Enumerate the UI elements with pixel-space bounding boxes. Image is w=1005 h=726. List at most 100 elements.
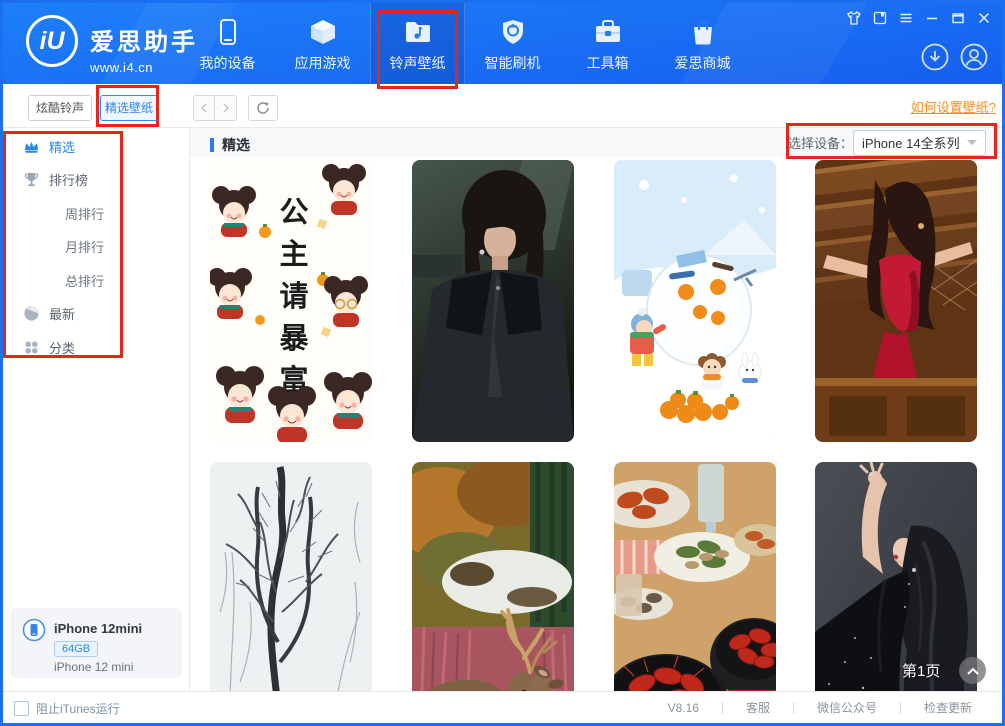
latest-icon (23, 305, 40, 322)
sidebar: 精选 排行榜 周排行 月排行 总排行 最新 分类 iPhone 12mini 6… (0, 128, 190, 691)
device-capacity-badge: 64GB (54, 641, 98, 657)
main-nav: 我的设备 应用游戏 铃声壁纸 智能刷机 工具箱 爱思商城 (180, 0, 750, 84)
nav-item-flash[interactable]: 智能刷机 (465, 0, 560, 84)
nav-item-ringtones-wallpapers[interactable]: 铃声壁纸 (370, 0, 465, 84)
window-controls (845, 9, 992, 26)
wallpaper-thumbnail-winter-trees[interactable] (210, 462, 372, 691)
tab-featured-wallpapers[interactable]: 精选壁纸 (100, 95, 158, 121)
download-icon[interactable] (921, 43, 949, 71)
i4-logo: iU (26, 15, 78, 67)
sidebar-label: 月排行 (65, 237, 104, 256)
check-update-link[interactable]: 检查更新 (901, 699, 995, 716)
nav-label: 铃声壁纸 (390, 53, 446, 73)
nav-label: 工具箱 (587, 53, 629, 73)
svg-text:请: 请 (279, 279, 308, 313)
device-phone-icon (22, 618, 46, 642)
wallpaper-thumbnail-snowman-cartoon[interactable] (614, 160, 776, 442)
forward-icon[interactable] (215, 95, 237, 121)
device-select-dropdown[interactable]: iPhone 14全系列 (853, 130, 986, 156)
sidebar-item-total-ranking[interactable]: 总排行 (0, 266, 188, 294)
close-icon[interactable] (975, 9, 992, 26)
svg-text:公: 公 (279, 195, 308, 229)
minimize-icon[interactable] (923, 9, 940, 26)
wallpaper-art (210, 462, 372, 691)
sidebar-item-weekly-ranking[interactable]: 周排行 (0, 199, 188, 227)
sidebar-label: 总排行 (65, 271, 104, 290)
nav-item-apps-games[interactable]: 应用游戏 (275, 0, 370, 84)
phone-icon (213, 17, 243, 47)
back-icon[interactable] (193, 95, 215, 121)
toolbox-icon (593, 17, 623, 47)
status-bar-right: V8.16 客服 微信公众号 检查更新 (645, 692, 995, 723)
sidebar-item-monthly-ranking[interactable]: 月排行 (0, 232, 188, 260)
svg-text:暴: 暴 (279, 321, 309, 355)
customer-service-link[interactable]: 客服 (723, 699, 793, 716)
section-title-text: 精选 (222, 135, 250, 155)
changelog-icon[interactable] (871, 9, 888, 26)
crown-icon (23, 138, 40, 155)
page-indicator: 第1页 (902, 660, 940, 681)
device-name: iPhone 12mini (54, 621, 142, 636)
nav-label: 应用游戏 (295, 53, 351, 73)
wallpaper-thumbnail-red-dress[interactable] (815, 160, 977, 442)
section-title: 精选 (210, 135, 250, 155)
chevron-down-icon (967, 140, 977, 145)
svg-text:主: 主 (279, 237, 308, 271)
block-itunes-checkbox[interactable]: 阻止iTunes运行 (14, 700, 120, 717)
cube-icon (308, 17, 338, 47)
wallpaper-thumbnail-deer[interactable] (412, 462, 574, 691)
category-grid-icon (23, 339, 40, 356)
nav-label: 我的设备 (200, 53, 256, 73)
checkbox-icon (14, 701, 29, 716)
wallpaper-art (614, 160, 776, 442)
nav-label: 爱思商城 (675, 53, 731, 73)
device-select-value: iPhone 14全系列 (862, 133, 967, 152)
folder-music-icon (403, 17, 433, 47)
wallpaper-content: 精选 选择设备： iPhone 14全系列 公 主 请 暴 富 (190, 128, 1005, 691)
shield-refresh-icon (498, 17, 528, 47)
wallpaper-thumbnail-black-dress[interactable] (815, 462, 977, 691)
device-filter: 选择设备： iPhone 14全系列 (788, 129, 986, 156)
wallpaper-art (614, 462, 776, 691)
theme-shirt-icon[interactable] (845, 9, 862, 26)
device-model: iPhone 12 mini (54, 660, 133, 674)
sidebar-label: 排行榜 (49, 170, 88, 189)
sidebar-item-rankings[interactable]: 排行榜 (0, 165, 188, 193)
maximize-icon[interactable] (949, 9, 966, 26)
nav-item-my-devices[interactable]: 我的设备 (180, 0, 275, 84)
sidebar-item-latest[interactable]: 最新 (0, 299, 188, 327)
connected-device-card[interactable]: iPhone 12mini 64GB iPhone 12 mini (10, 608, 182, 678)
wallpaper-art (815, 160, 977, 442)
wallpaper-thumbnail-crayfish-feast[interactable] (614, 462, 776, 691)
scroll-top-icon[interactable] (959, 657, 986, 684)
wallpaper-art (412, 160, 574, 442)
i4-assistant-window: iU 爱思助手 www.i4.cn 我的设备 应用游戏 铃声壁纸 智能刷机 (0, 0, 1005, 726)
wallpaper-art (412, 462, 574, 691)
nav-item-toolbox[interactable]: 工具箱 (560, 0, 655, 84)
nav-label: 智能刷机 (485, 53, 541, 73)
sidebar-label: 分类 (49, 338, 75, 357)
header-quick-actions (921, 43, 988, 71)
avatar-icon[interactable] (960, 43, 988, 71)
trophy-icon (23, 171, 40, 188)
tab-cool-ringtones[interactable]: 炫酷铃声 (28, 95, 92, 121)
wallpaper-thumbnail-dark-portrait[interactable] (412, 160, 574, 442)
wallpaper-thumbnail-princess-cartoon[interactable]: 公 主 请 暴 富 (210, 160, 372, 442)
toolbar: 炫酷铃声 精选壁纸 如何设置壁纸? (0, 84, 1005, 128)
title-bar: iU 爱思助手 www.i4.cn 我的设备 应用游戏 铃声壁纸 智能刷机 (0, 0, 1005, 84)
history-buttons (193, 95, 237, 121)
refresh-icon[interactable] (248, 95, 278, 121)
sidebar-label: 最新 (49, 304, 75, 323)
sidebar-item-categories[interactable]: 分类 (0, 333, 188, 361)
section-header: 精选 选择设备： iPhone 14全系列 (190, 128, 1005, 157)
nav-item-store[interactable]: 爱思商城 (655, 0, 750, 84)
wallpaper-art: 公 主 请 暴 富 (210, 160, 372, 442)
sidebar-item-featured[interactable]: 精选 (0, 132, 188, 160)
wechat-official-link[interactable]: 微信公众号 (794, 699, 900, 716)
menu-icon[interactable] (897, 9, 914, 26)
device-filter-label: 选择设备： (788, 133, 853, 152)
how-to-set-wallpaper-link[interactable]: 如何设置壁纸? (911, 97, 996, 116)
sidebar-label: 周排行 (65, 204, 104, 223)
checkbox-label: 阻止iTunes运行 (36, 700, 120, 717)
shopping-bag-icon (688, 17, 718, 47)
